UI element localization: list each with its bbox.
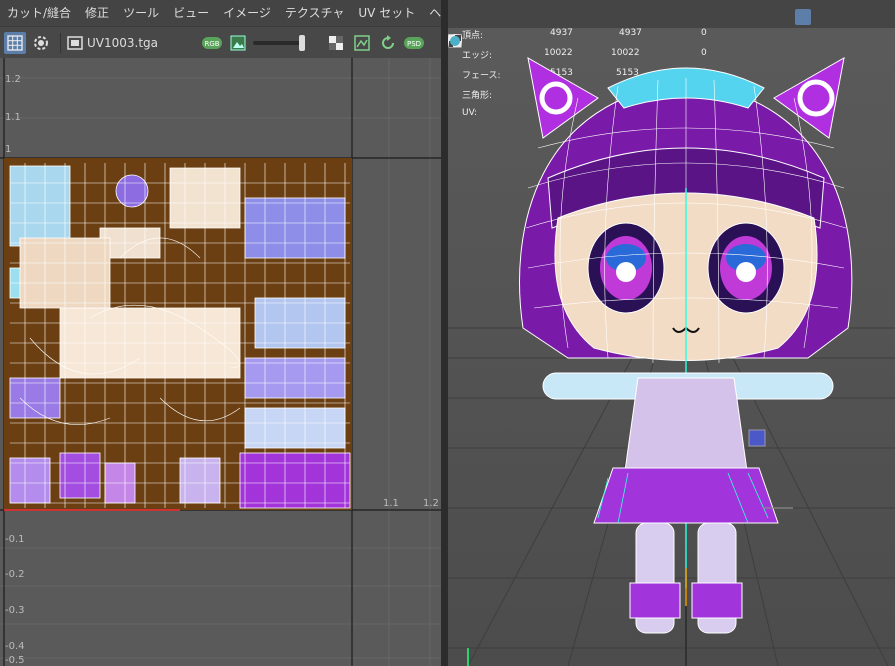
wireframe-button[interactable]: [448, 9, 735, 48]
gear-icon: [34, 35, 48, 50]
uv-axis-y-neg-0-4: -0.4: [5, 641, 25, 652]
viewport-toolbar: T: [448, 6, 895, 48]
textured-button[interactable]: [449, 9, 811, 47]
right-pupil: [736, 262, 756, 282]
menu-image[interactable]: イメージ: [216, 0, 278, 26]
locator-cube: [748, 429, 766, 447]
psd-icon: PSD: [404, 36, 424, 49]
left-pupil: [616, 262, 636, 282]
bookmark-button[interactable]: [448, 9, 508, 46]
uv-axis-y-neg-0-3: -0.3: [5, 605, 25, 616]
uv-axis-y-neg-0-2: -0.2: [5, 569, 25, 580]
uv-axis-x-1-1: 1.1: [383, 498, 399, 509]
uv-toolbar: UV1003.tga RGB PSD: [0, 26, 441, 58]
gate-mask-button[interactable]: [448, 9, 650, 46]
texture-name-dropdown[interactable]: UV1003.tga: [87, 36, 197, 50]
app-window: カット/縫合 修正 ツール ビュー イメージ テクスチャ UV セット ヘルプ …: [0, 0, 895, 666]
smooth-shade-button[interactable]: [448, 9, 754, 48]
uv-axis-x-1-2: 1.2: [423, 498, 439, 509]
right-boot-mesh: [691, 582, 743, 619]
toolbar-separator: [60, 32, 61, 53]
2d-pan-button[interactable]: [449, 9, 546, 47]
checker-button[interactable]: [325, 32, 347, 54]
psd-badge-text: PSD: [407, 40, 421, 48]
rgb-channel-button[interactable]: RGB: [201, 32, 223, 54]
uv-editor-panel: カット/縫合 修正 ツール ビュー イメージ テクスチャ UV セット ヘルプ …: [0, 0, 465, 666]
resolution-gate-button[interactable]: [448, 9, 631, 46]
uv-axis-y-1-1: 1.1: [5, 112, 21, 123]
safe-title-button[interactable]: T: [448, 9, 707, 46]
texture-display-button[interactable]: [227, 32, 249, 54]
viewport-panel[interactable]: T 頂点: 4937 4937 0 エッジ: 10022 10022 0: [448, 0, 895, 666]
camera-button[interactable]: [448, 9, 470, 43]
left-boot-mesh: [629, 582, 681, 619]
lighting-button[interactable]: [451, 9, 830, 47]
rgb-badge-text: RGB: [204, 40, 219, 48]
grid-icon: [7, 34, 23, 51]
uv-menubar: カット/縫合 修正 ツール ビュー イメージ テクスチャ UV セット ヘルプ: [0, 0, 465, 26]
checker-icon: [329, 35, 343, 50]
menu-modify[interactable]: 修正: [78, 0, 116, 26]
texture-icon: [230, 35, 246, 50]
uv-axis-y-neg-0-1: -0.1: [5, 534, 25, 545]
uv-axis-y-1-2: 1.2: [5, 74, 21, 85]
menu-textures[interactable]: テクスチャ: [278, 0, 352, 26]
dim-image-slider[interactable]: [253, 34, 305, 51]
film-gate-button[interactable]: [448, 9, 612, 46]
settings-button[interactable]: [30, 32, 52, 54]
grease-pencil-button[interactable]: [449, 9, 565, 47]
snapshot-icon: [354, 34, 370, 51]
menu-tools[interactable]: ツール: [116, 0, 166, 26]
wireframe-on-shaded-button[interactable]: [448, 9, 792, 48]
rotate-icon: [382, 34, 394, 49]
field-chart-button[interactable]: [448, 9, 669, 46]
rgb-icon: RGB: [202, 36, 222, 49]
image-icon: [67, 35, 83, 50]
grid-toggle-button[interactable]: [448, 9, 593, 48]
psd-network-button[interactable]: PSD: [403, 32, 425, 54]
panel-divider[interactable]: [441, 0, 448, 666]
character-model-svg: [448, 57, 895, 666]
uv-grid-svg: [0, 58, 441, 666]
uv-axis-y-neg-0-5: -0.5: [5, 655, 25, 666]
lock-camera-button[interactable]: [450, 9, 489, 46]
menu-uv-sets[interactable]: UV セット: [351, 0, 422, 26]
shadows-button[interactable]: [450, 9, 849, 46]
slider-handle[interactable]: [299, 34, 305, 51]
default-material-button[interactable]: [449, 9, 773, 47]
uv-canvas[interactable]: 1.2 1.1 1 1.1 1.2 -0.1 -0.2 -0.3 -0.4 -0…: [0, 58, 441, 666]
image-plane-button[interactable]: [448, 9, 527, 46]
uv-axis-y-1: 1: [5, 144, 12, 155]
safe-action-button[interactable]: [448, 9, 688, 46]
skirt-mesh: [593, 467, 779, 524]
uv-snapshot-button[interactable]: [351, 32, 373, 54]
rotate-uv-button[interactable]: [377, 32, 399, 54]
grid-toggle-button[interactable]: [4, 31, 26, 54]
torso-mesh: [623, 377, 749, 479]
menu-cut-sew[interactable]: カット/縫合: [0, 0, 78, 26]
menu-view[interactable]: ビュー: [166, 0, 216, 26]
